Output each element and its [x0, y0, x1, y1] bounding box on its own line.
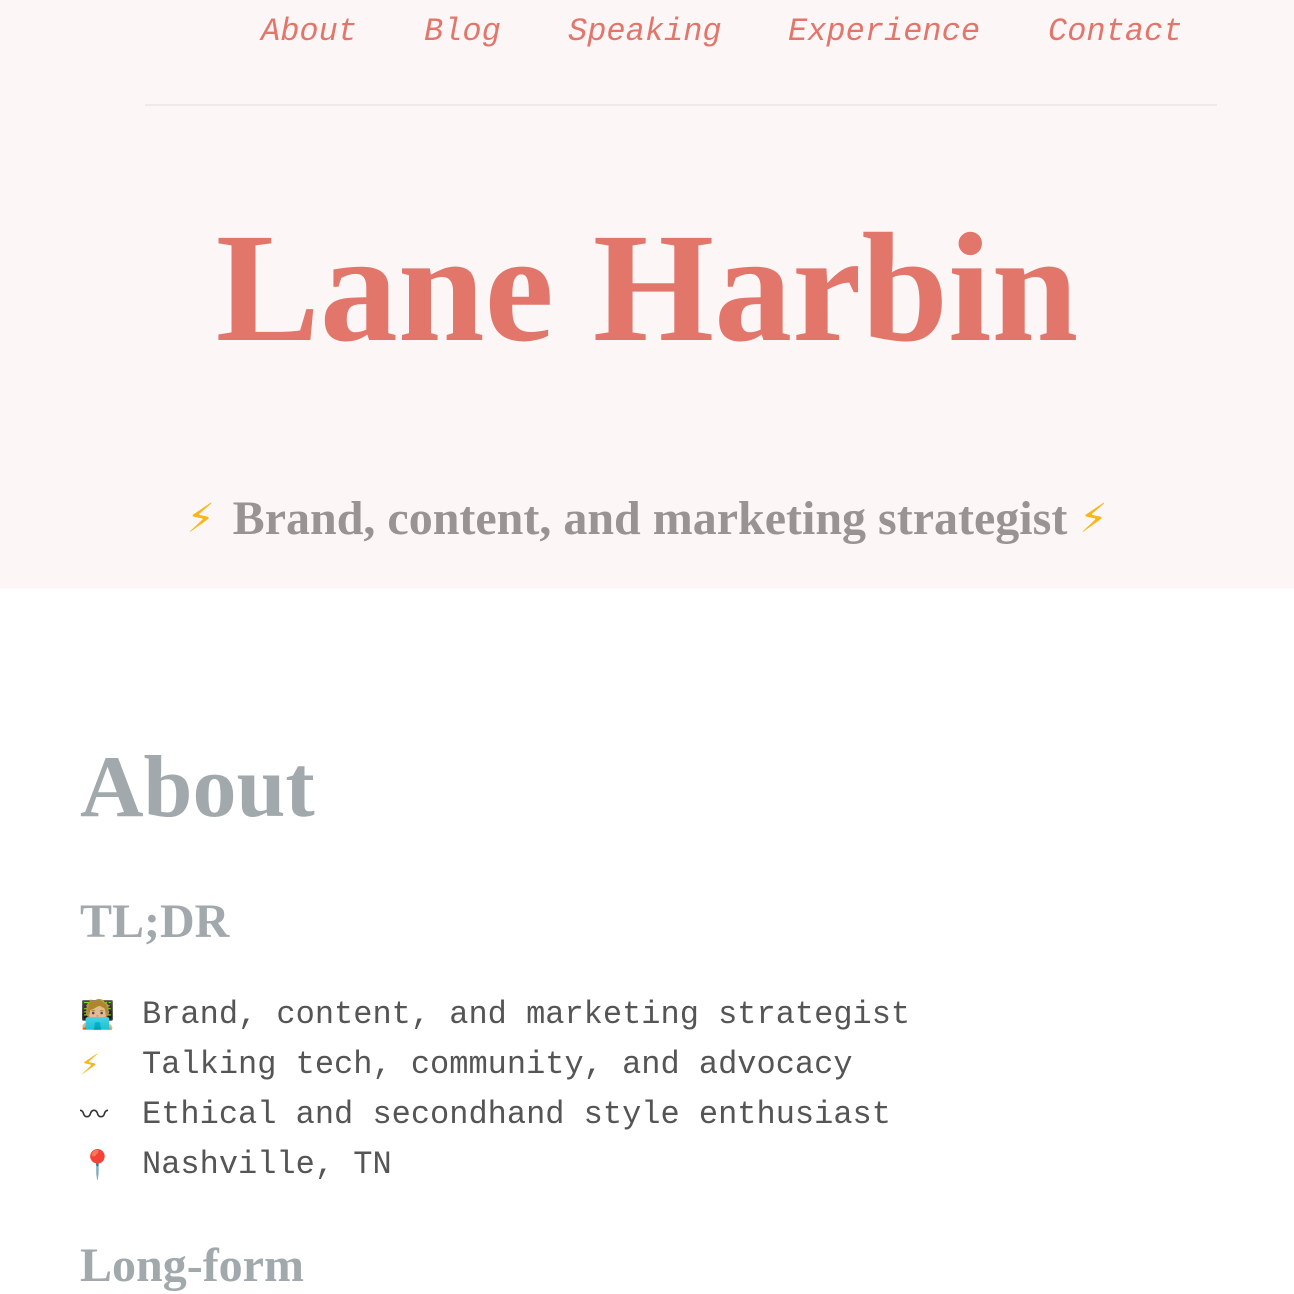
list-item-text: Talking tech, community, and advocacy [142, 1046, 853, 1083]
nav-link-about[interactable]: About [261, 12, 357, 52]
list-item: 〰 Ethical and secondhand style enthusias… [80, 1090, 910, 1140]
list-item: 📍 Nashville, TN [80, 1140, 910, 1190]
round-pushpin-icon: 📍 [80, 1148, 115, 1181]
technologist-icon: 🧑🏼‍💻 [80, 998, 115, 1031]
nav-link-blog[interactable]: Blog [424, 12, 501, 52]
nav-divider [145, 104, 1217, 106]
list-item-text: Nashville, TN [142, 1146, 392, 1183]
longform-heading: Long-form [80, 1239, 304, 1292]
list-item-text: Ethical and secondhand style enthusiast [142, 1096, 891, 1133]
lightning-icon: ⚡ [80, 1048, 100, 1081]
tldr-list: 🧑🏼‍💻 Brand, content, and marketing strat… [80, 990, 910, 1190]
nav-link-contact[interactable]: Contact [1048, 12, 1182, 52]
list-item-text: Brand, content, and marketing strategist [142, 996, 911, 1033]
list-item: ⚡ Talking tech, community, and advocacy [80, 1040, 910, 1090]
nav-link-experience[interactable]: Experience [788, 12, 980, 52]
tldr-heading: TL;DR [80, 895, 230, 948]
wavy-dash-icon: 〰 [80, 1098, 109, 1131]
lightning-icon: ⚡ [186, 496, 215, 542]
tagline: ⚡ Brand, content, and marketing strategis… [0, 490, 1294, 548]
section-title-about: About [80, 739, 315, 836]
list-item: 🧑🏼‍💻 Brand, content, and marketing strat… [80, 990, 910, 1040]
hero-banner: About Blog Speaking Experience Contact L… [0, 0, 1294, 589]
nav-link-speaking[interactable]: Speaking [568, 12, 722, 52]
site-title: Lane Harbin [215, 201, 1079, 374]
top-nav: About Blog Speaking Experience Contact [0, 12, 1294, 56]
lightning-icon: ⚡ [1079, 496, 1108, 542]
tagline-text: Brand, content, and marketing strategist [232, 492, 1068, 545]
